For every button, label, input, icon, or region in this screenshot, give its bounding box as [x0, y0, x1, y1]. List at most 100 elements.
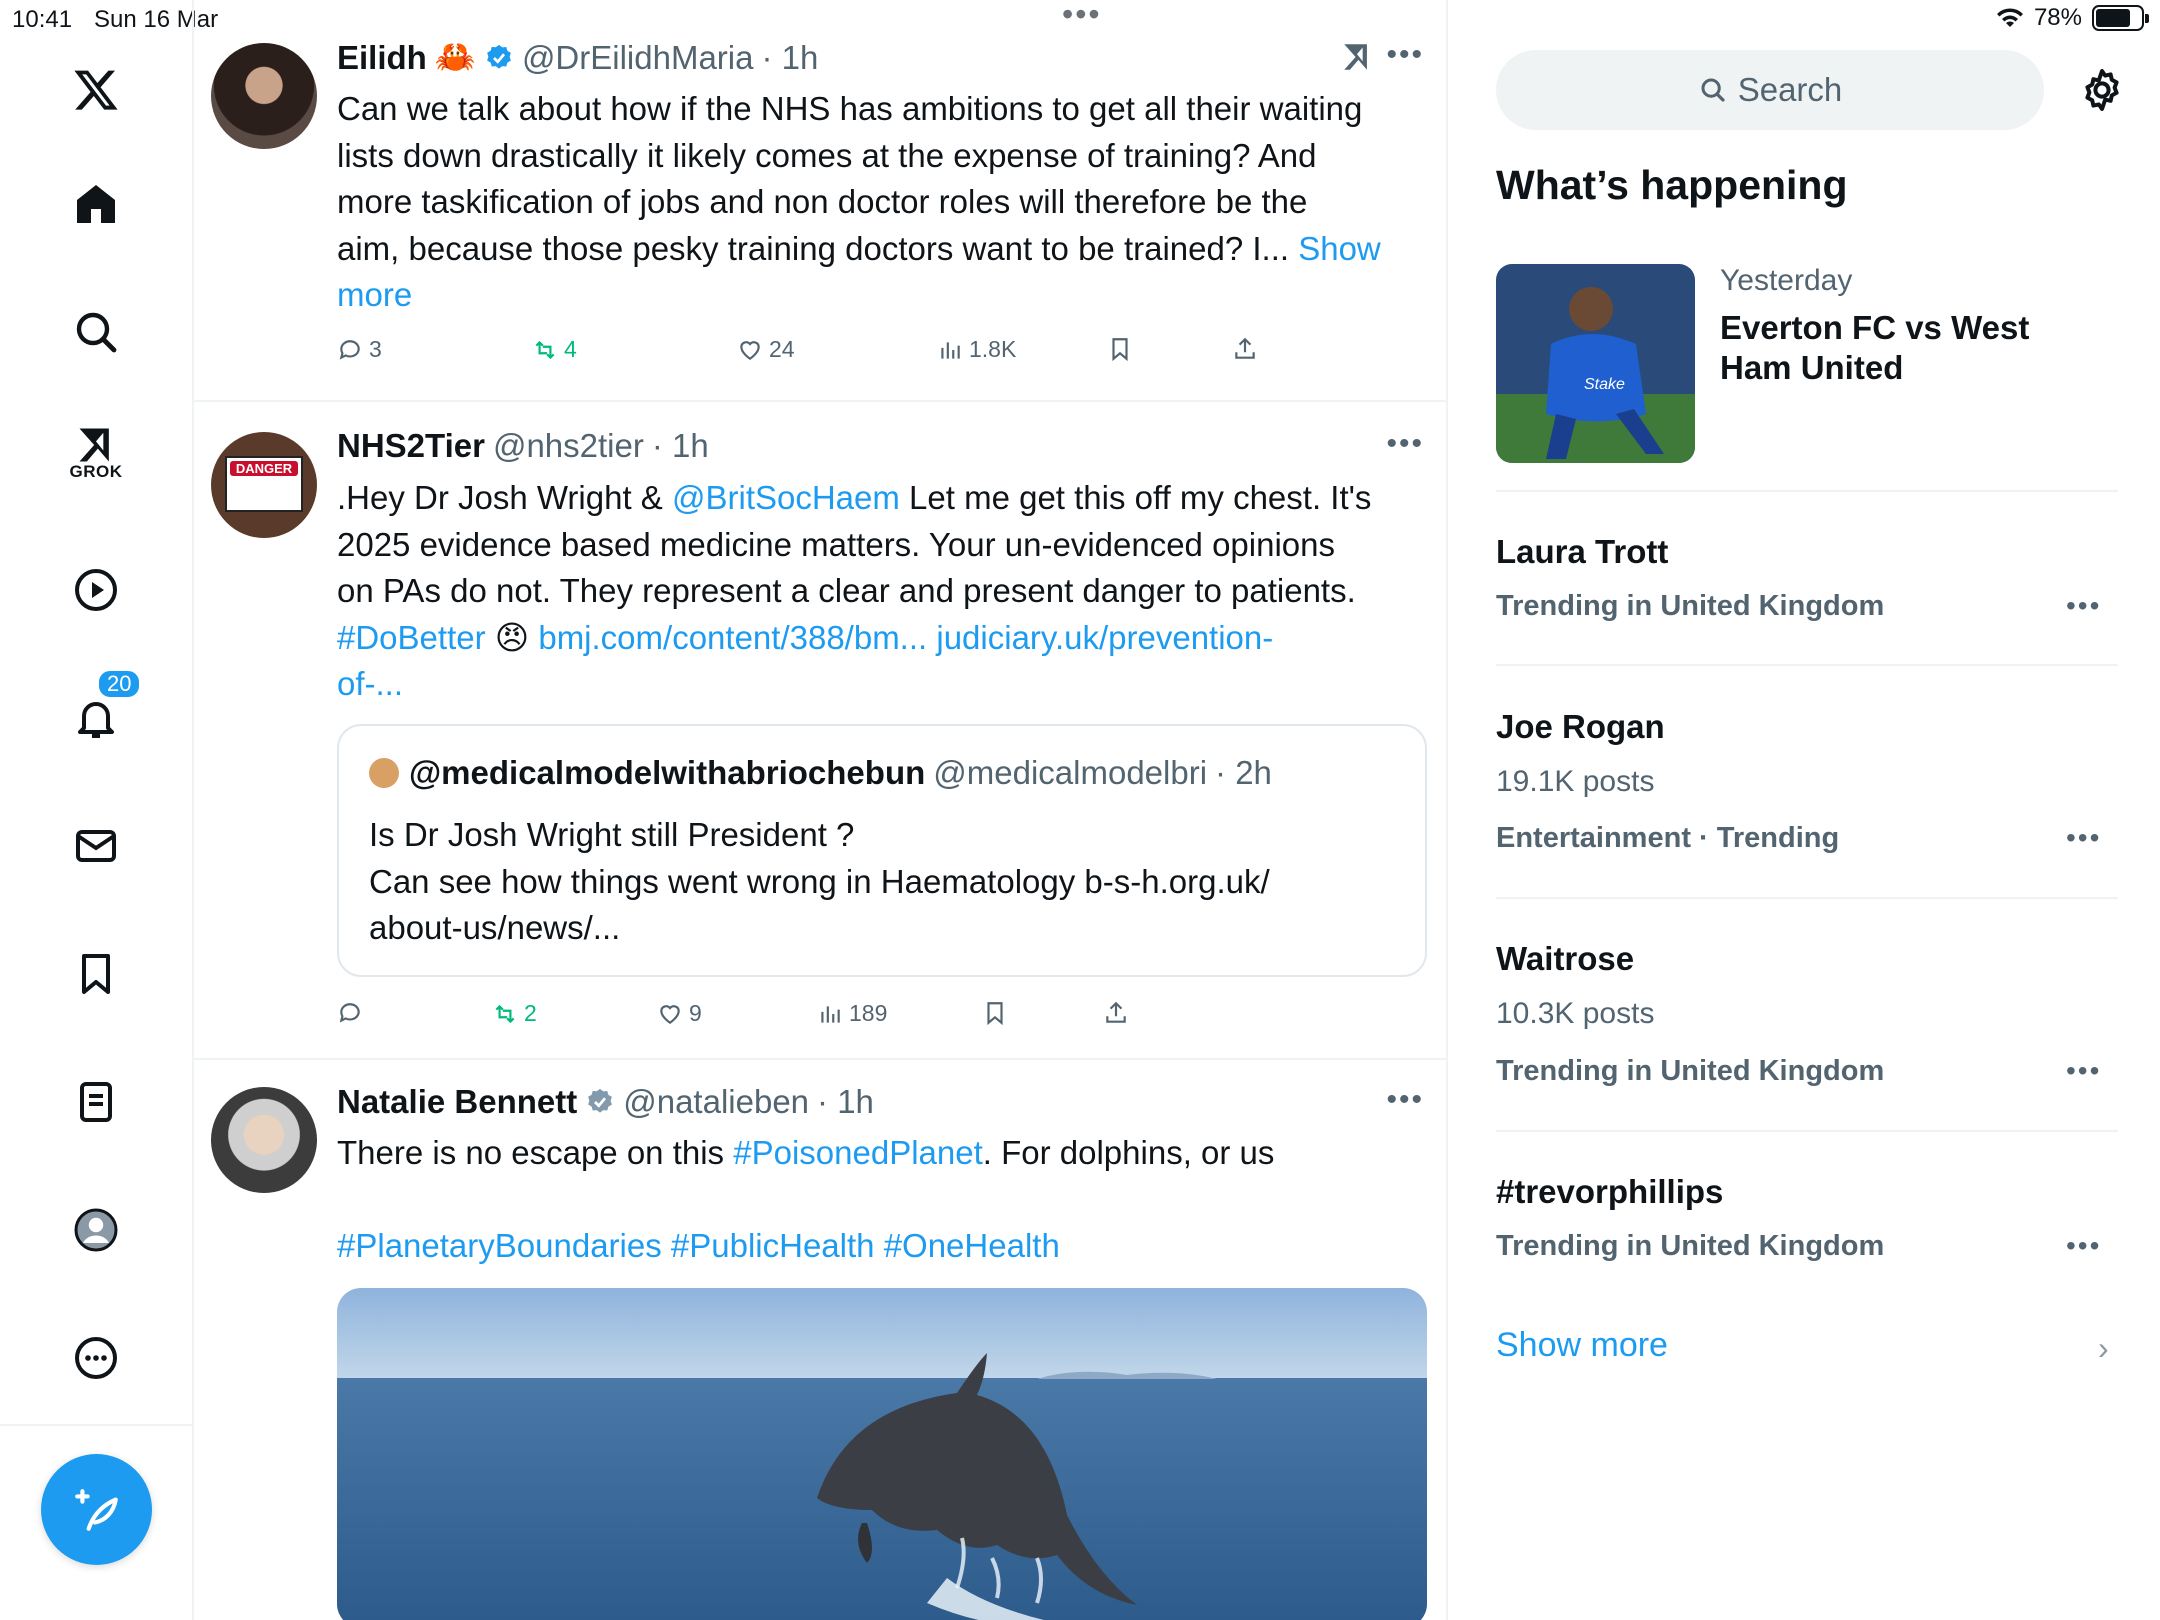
search-input[interactable]: Search: [1496, 50, 2044, 130]
notifications-badge: 20: [96, 668, 143, 700]
post-more-icon[interactable]: •••: [1386, 38, 1424, 72]
quoted-post[interactable]: @medicalmodelwithabriochebun @medicalmod…: [337, 724, 1427, 977]
search-icon: [1701, 78, 1725, 102]
hashtag-link[interactable]: #PlanetaryBoundaries: [337, 1227, 662, 1264]
show-more-link-cont[interactable]: more: [337, 272, 1417, 319]
show-more-trends-link[interactable]: Show more: [1496, 1326, 1668, 1365]
trend-title[interactable]: Joe Rogan: [1496, 708, 1665, 746]
post-time[interactable]: · 1h: [652, 427, 709, 465]
post-time[interactable]: · 1h: [817, 1083, 874, 1121]
feature-image-everton[interactable]: Stake: [1496, 264, 1695, 463]
post-image-dolphin[interactable]: [337, 1288, 1427, 1620]
whats-happening-heading: What’s happening: [1496, 162, 1848, 208]
trend-meta: Trending in United Kingdom: [1496, 1230, 1885, 1262]
mention-link[interactable]: @BritSocHaem: [672, 479, 900, 516]
post-more-icon[interactable]: •••: [1386, 427, 1424, 461]
author-name[interactable]: NHS2Tier: [337, 427, 485, 465]
share-button[interactable]: [1232, 336, 1258, 362]
url-link[interactable]: judiciary.uk/prevention-: [936, 619, 1273, 656]
hashtag-link[interactable]: #OneHealth: [884, 1227, 1060, 1264]
trend-title[interactable]: #trevorphillips: [1496, 1173, 1723, 1211]
bookmarks-icon[interactable]: [56, 934, 136, 1014]
repost-icon: [495, 1004, 515, 1023]
messages-envelope-icon[interactable]: [56, 806, 136, 886]
feature-title[interactable]: Everton FC vs West Ham United: [1720, 308, 2060, 388]
divider: [1496, 664, 2118, 666]
repost-button[interactable]: 2: [492, 1000, 537, 1027]
author-name[interactable]: Eilidh: [337, 39, 427, 77]
trend-more-icon[interactable]: •••: [2066, 1230, 2101, 1262]
like-button[interactable]: 9: [657, 1000, 702, 1027]
verified-badge-icon: [588, 1088, 613, 1113]
trend-title[interactable]: Waitrose: [1496, 940, 1634, 978]
verified-badge-icon: [487, 44, 511, 69]
views-chart-icon: [941, 341, 960, 359]
avatar[interactable]: [211, 43, 317, 149]
compose-post-button[interactable]: [41, 1454, 152, 1565]
chevron-right-icon: ›: [2098, 1330, 2109, 1366]
tweet-eilidh[interactable]: Eilidh 🦀 @DrEilidhMaria · 1h ••• Can we …: [194, 0, 1446, 402]
quote-avatar[interactable]: [369, 758, 399, 788]
left-navigation: GROK 20: [0, 0, 194, 1620]
grok-explain-icon[interactable]: [1340, 40, 1374, 74]
author-name[interactable]: Natalie Bennett: [337, 1083, 577, 1121]
author-handle[interactable]: @nhs2tier: [493, 427, 644, 465]
avatar[interactable]: [211, 1087, 317, 1193]
heart-icon: [740, 340, 760, 360]
reply-button[interactable]: [337, 1000, 369, 1026]
author-handle[interactable]: @natalieben: [623, 1083, 809, 1121]
quote-author-name[interactable]: @medicalmodelwithabriochebun: [409, 754, 925, 792]
post-time[interactable]: · 1h: [762, 39, 819, 77]
notifications-bell-icon[interactable]: 20: [56, 668, 143, 758]
views-button[interactable]: 1.8K: [937, 336, 1016, 363]
profile-avatar-icon[interactable]: [56, 1190, 136, 1270]
reply-button[interactable]: 3: [337, 336, 382, 363]
more-options-icon[interactable]: [56, 1318, 136, 1398]
post-actions: 2 9 189: [337, 1000, 1367, 1040]
share-icon: [1106, 1001, 1126, 1023]
quote-post-time[interactable]: · 2h: [1215, 754, 1272, 792]
trend-more-icon[interactable]: •••: [2066, 1055, 2101, 1087]
lists-icon[interactable]: [56, 1062, 136, 1142]
bookmark-button[interactable]: [982, 1000, 1008, 1026]
feature-time: Yesterday: [1720, 264, 1853, 297]
divider: [1496, 1130, 2118, 1132]
trend-post-count: 10.3K posts: [1496, 997, 1655, 1030]
url-link-cont[interactable]: of-...: [337, 661, 1417, 708]
views-button[interactable]: 189: [817, 1000, 887, 1027]
post-more-icon[interactable]: •••: [1386, 1083, 1424, 1117]
views-chart-icon: [821, 1005, 840, 1023]
post-text: .Hey Dr Josh Wright & @BritSocHaem Let m…: [337, 475, 1417, 708]
dolphin-photo: [337, 1288, 1427, 1620]
x-logo-icon[interactable]: [56, 50, 136, 130]
home-icon[interactable]: [56, 164, 136, 244]
avatar[interactable]: DANGER: [211, 432, 317, 538]
url-link[interactable]: bmj.com/content/388/bm...: [538, 619, 927, 656]
divider: [1496, 490, 2118, 492]
author-emoji: 🦀: [434, 38, 476, 75]
show-more-link[interactable]: Show: [1298, 230, 1381, 267]
bookmark-icon: [987, 1002, 1003, 1026]
compose-feather-icon: [74, 1488, 118, 1531]
trend-title[interactable]: Laura Trott: [1496, 533, 1668, 571]
grok-icon[interactable]: GROK: [56, 412, 136, 492]
videos-play-icon[interactable]: [56, 550, 136, 630]
quote-author-handle[interactable]: @medicalmodelbri: [933, 754, 1207, 792]
bookmark-icon: [1112, 338, 1128, 362]
share-button[interactable]: [1103, 1000, 1129, 1026]
divider: [1496, 897, 2118, 899]
trend-more-icon[interactable]: •••: [2066, 590, 2101, 622]
explore-search-icon[interactable]: [56, 292, 136, 372]
hashtag-link[interactable]: #DoBetter: [337, 619, 486, 656]
settings-gear-icon[interactable]: [2078, 66, 2126, 114]
repost-button[interactable]: 4: [532, 336, 577, 363]
tweet-natalie-bennett[interactable]: Natalie Bennett @natalieben · 1h ••• The…: [194, 1060, 1446, 1620]
tweet-nhs2tier[interactable]: DANGER NHS2Tier @nhs2tier · 1h ••• .Hey …: [194, 402, 1446, 1060]
author-handle[interactable]: @DrEilidhMaria: [522, 39, 754, 77]
like-button[interactable]: 24: [737, 336, 795, 363]
timeline-feed[interactable]: Eilidh 🦀 @DrEilidhMaria · 1h ••• Can we …: [194, 0, 1448, 1620]
trend-more-icon[interactable]: •••: [2066, 822, 2101, 854]
bookmark-button[interactable]: [1107, 336, 1133, 362]
hashtag-link[interactable]: #PoisonedPlanet: [733, 1134, 983, 1171]
hashtag-link[interactable]: #PublicHealth: [671, 1227, 875, 1264]
